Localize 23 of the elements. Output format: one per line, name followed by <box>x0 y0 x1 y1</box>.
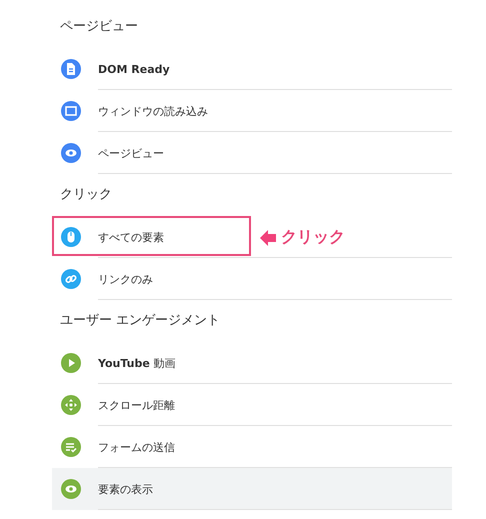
trigger-item[interactable]: DOM Ready <box>52 48 452 90</box>
item-label: すべての要素 <box>98 230 164 244</box>
item-label: 要素の表示 <box>98 482 153 496</box>
trigger-item[interactable]: ウィンドウの読み込み <box>52 90 452 132</box>
item-label: ウィンドウの読み込み <box>98 104 208 118</box>
section-heading: クリック <box>59 186 113 204</box>
trigger-item[interactable]: リンクのみ <box>52 258 452 300</box>
trigger-item[interactable]: フォームの送信 <box>52 426 452 468</box>
trigger-item[interactable]: 要素の表示 <box>52 468 452 510</box>
trigger-item[interactable]: YouTube 動画 <box>52 342 452 384</box>
trigger-item[interactable]: すべての要素 クリック <box>52 216 452 258</box>
item-label: DOM Ready <box>98 62 170 76</box>
trigger-item[interactable]: スクロール距離 <box>52 384 452 426</box>
item-label: リンクのみ <box>98 272 153 286</box>
callout-label: クリック <box>281 227 345 248</box>
section-heading: ユーザー エンゲージメント <box>59 312 222 330</box>
item-label: ページビュー <box>98 146 164 160</box>
section-heading: ページビュー <box>59 18 139 36</box>
item-label: YouTube 動画 <box>98 356 176 370</box>
arrow-icon <box>260 230 276 246</box>
item-label: スクロール距離 <box>98 398 175 412</box>
trigger-item[interactable]: ページビュー <box>52 132 452 174</box>
item-label: フォームの送信 <box>98 440 175 454</box>
